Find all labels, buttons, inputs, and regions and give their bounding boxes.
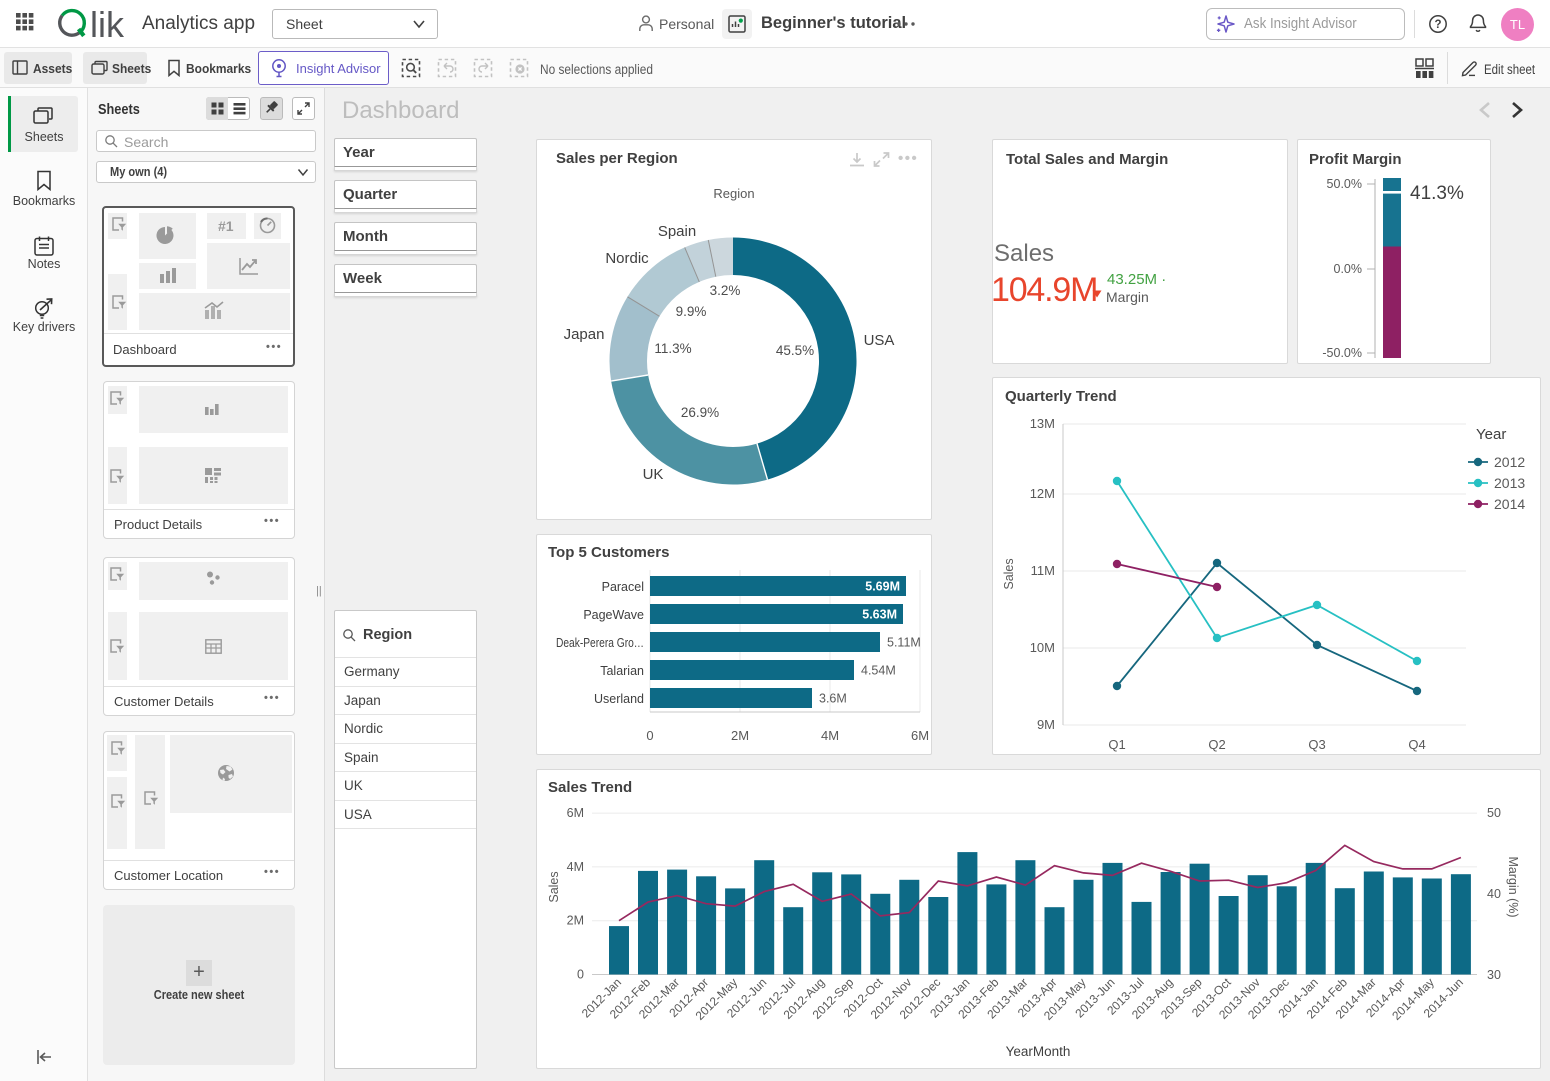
svg-text:Q1: Q1 [1108,737,1125,752]
svg-text:0.0%: 0.0% [1334,262,1363,276]
svg-text:Talarian: Talarian [600,664,644,678]
svg-text:Sales: Sales [1002,558,1016,589]
svg-text:Margin (%): Margin (%) [1506,856,1520,917]
svg-text:?: ? [1434,19,1441,31]
svg-text:Q2: Q2 [1208,737,1225,752]
svg-text:30: 30 [1487,968,1501,982]
svg-text:Paracel: Paracel [602,580,644,594]
svg-text:PageWave: PageWave [583,608,644,622]
svg-text:9M: 9M [1037,717,1055,732]
svg-text:2M: 2M [731,728,749,743]
svg-text:Deak-Perera Gro…: Deak-Perera Gro… [556,636,644,650]
svg-text:Q4: Q4 [1408,737,1425,752]
svg-text:2012: 2012 [1494,454,1525,470]
svg-text:Sales: Sales [547,871,561,902]
svg-text:4M: 4M [821,728,839,743]
svg-text:4M: 4M [567,860,584,874]
svg-text:11M: 11M [1031,563,1055,578]
svg-text:5.69M: 5.69M [865,580,900,594]
svg-text:0: 0 [577,968,584,982]
svg-text:6M: 6M [911,728,929,743]
svg-text:4.54M: 4.54M [861,664,896,678]
svg-text:Userland: Userland [594,692,644,706]
svg-text:6M: 6M [567,806,584,820]
svg-text:Year: Year [1476,426,1506,443]
svg-text:0: 0 [646,728,653,743]
svg-text:3.6M: 3.6M [819,692,847,706]
svg-text:10M: 10M [1030,640,1055,655]
svg-text:41.3%: 41.3% [1410,183,1464,204]
svg-text:YearMonth: YearMonth [1006,1044,1071,1059]
svg-text:50.0%: 50.0% [1327,177,1362,191]
svg-text:40: 40 [1487,887,1501,901]
svg-text:lik: lik [90,6,125,44]
svg-text:2013: 2013 [1494,475,1525,491]
svg-text:50: 50 [1487,806,1501,820]
svg-text:2M: 2M [567,914,584,928]
svg-text:5.63M: 5.63M [862,608,897,622]
svg-text:2014: 2014 [1494,496,1525,512]
svg-text:-50.0%: -50.0% [1322,346,1362,360]
svg-text:Q3: Q3 [1308,737,1325,752]
svg-text:5.11M: 5.11M [887,636,921,650]
svg-text:13M: 13M [1030,416,1055,431]
svg-text:12M: 12M [1030,486,1055,501]
